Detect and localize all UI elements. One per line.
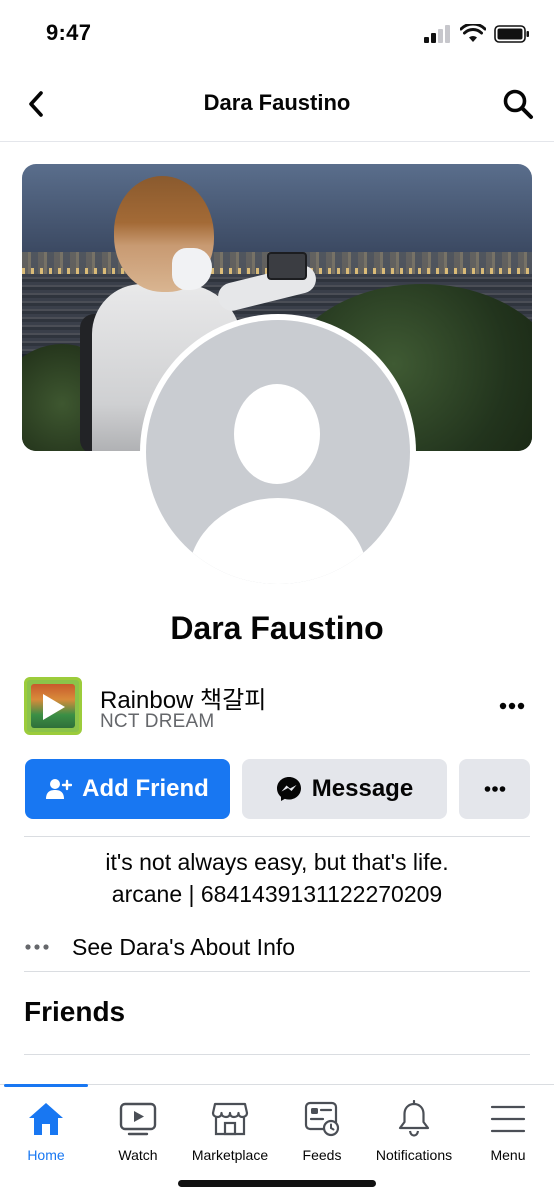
- messenger-icon: [276, 777, 301, 801]
- profile-music[interactable]: Rainbow 책갈피 NCT DREAM: [22, 676, 532, 738]
- add-friend-label: Add Friend: [82, 775, 209, 802]
- avatar[interactable]: [146, 320, 410, 584]
- tab-label: Home: [27, 1147, 65, 1163]
- profile-bio: it's not always easy, but that's life. a…: [0, 846, 554, 910]
- status-bar: 9:47: [0, 0, 554, 66]
- home-indicator: [178, 1180, 376, 1187]
- tab-feeds[interactable]: Feeds: [276, 1099, 368, 1163]
- search-icon: [503, 89, 533, 119]
- bio-line: it's not always easy, but that's life.: [105, 849, 449, 875]
- tab-label: Notifications: [375, 1147, 453, 1163]
- watch-icon: [119, 1102, 157, 1136]
- avatar-placeholder-head: [234, 384, 320, 484]
- divider: [24, 1054, 530, 1055]
- profile-name: Dara Faustino: [170, 610, 384, 646]
- about-info-label: See Dara's About Info: [72, 933, 296, 960]
- album-art[interactable]: [24, 677, 82, 735]
- friends-heading: Friends: [24, 996, 126, 1027]
- song-title: Rainbow 책갈피: [100, 687, 267, 714]
- home-icon: [29, 1103, 63, 1135]
- bio-line: arcane | 6841439131122270209: [111, 881, 443, 907]
- tab-watch[interactable]: Watch: [92, 1099, 184, 1163]
- tab-label: Marketplace: [191, 1147, 269, 1163]
- wifi-icon: [460, 24, 486, 42]
- search-button[interactable]: [498, 84, 538, 124]
- about-dots: [24, 943, 52, 951]
- message-button[interactable]: Message: [242, 759, 447, 819]
- music-more-button[interactable]: [494, 690, 530, 722]
- message-label: Message: [311, 775, 414, 802]
- tab-label: Watch: [118, 1147, 158, 1163]
- feeds-icon: [304, 1101, 340, 1137]
- see-about-info-link[interactable]: See Dara's About Info: [24, 928, 530, 966]
- tab-marketplace[interactable]: Marketplace: [184, 1099, 276, 1163]
- profile-more-button[interactable]: [459, 759, 530, 819]
- page-title: Dara Faustino: [203, 90, 351, 115]
- tab-menu[interactable]: Menu: [462, 1099, 554, 1163]
- tab-notifications[interactable]: Notifications: [368, 1099, 460, 1163]
- active-tab-indicator: [4, 1084, 88, 1087]
- tab-home[interactable]: Home: [0, 1099, 92, 1163]
- signal-icon: [424, 25, 450, 43]
- nav-bar: Dara Faustino: [0, 66, 554, 142]
- menu-icon: [490, 1105, 526, 1133]
- song-artist: NCT DREAM: [100, 711, 215, 732]
- more-horizontal-icon: [499, 702, 525, 710]
- add-friend-button[interactable]: Add Friend: [25, 759, 230, 819]
- tab-label: Menu: [490, 1147, 526, 1163]
- bell-icon: [398, 1100, 430, 1137]
- battery-icon: [494, 25, 529, 43]
- status-time: 9:47: [46, 20, 92, 45]
- divider: [24, 971, 530, 972]
- status-icons: [424, 24, 530, 44]
- tab-label: Feeds: [302, 1147, 342, 1163]
- more-horizontal-icon: [484, 786, 505, 792]
- divider: [24, 836, 530, 837]
- marketplace-icon: [211, 1102, 249, 1136]
- play-icon: [43, 694, 65, 720]
- add-person-icon: [46, 779, 73, 799]
- avatar-placeholder-body: [188, 498, 368, 584]
- more-horizontal-icon: [25, 944, 49, 950]
- cover-phone: [267, 252, 307, 280]
